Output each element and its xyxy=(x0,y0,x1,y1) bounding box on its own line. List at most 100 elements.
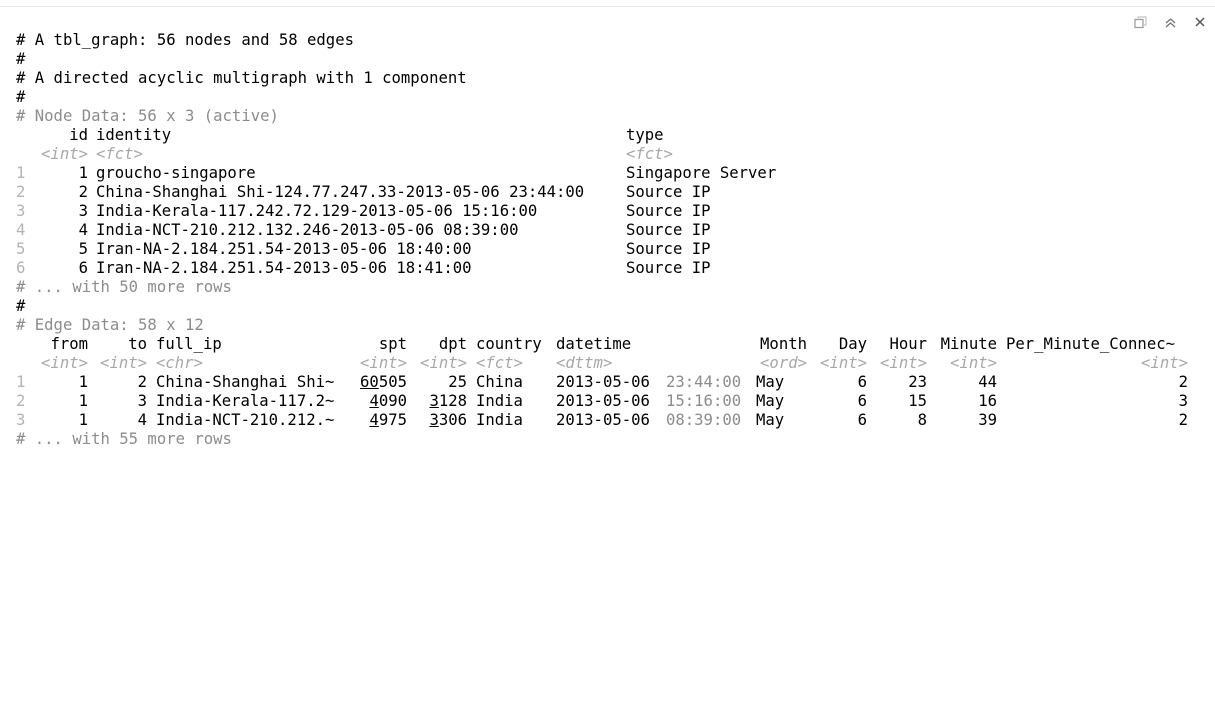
node-type: Source IP xyxy=(626,259,711,277)
node-column-header-row: id identity type xyxy=(0,126,663,145)
node-identity: Iran-NA-2.184.251.54-2013-05-06 18:40:00 xyxy=(96,240,472,258)
edge-dpt: 3128 xyxy=(416,392,467,411)
edge-type-from: <int> xyxy=(41,354,88,372)
node-id: 4 xyxy=(78,221,88,239)
spt-thousands: 4 xyxy=(369,411,379,429)
blank-comment-line: # xyxy=(0,50,38,69)
node-id: 2 xyxy=(78,183,88,201)
edge-col-minute: Minute xyxy=(940,335,997,353)
node-more-rows: # ... with 50 more rows xyxy=(16,278,232,296)
panel-top-border xyxy=(0,6,1215,7)
edge-to: 3 xyxy=(137,392,147,410)
edge-dpt: 3306 xyxy=(416,411,467,430)
node-identity: China-Shanghai Shi-124.77.247.33-2013-05… xyxy=(96,183,585,201)
edge-from: 1 xyxy=(78,373,88,391)
edge-time: 08:39:00 xyxy=(666,411,742,429)
edge-time: 15:16:00 xyxy=(666,392,742,410)
spt-remainder: 975 xyxy=(378,411,407,429)
table-row: 2 2 China-Shanghai Shi-124.77.247.33-201… xyxy=(0,183,711,202)
dpt-remainder: 25 xyxy=(448,373,467,391)
edge-per-minute-connec: 3 xyxy=(1178,392,1188,410)
comment-hash: # xyxy=(16,297,26,315)
edge-col-per-minute-connec: Per_Minute_Connec~ xyxy=(1006,335,1175,353)
node-column-type-row: <int> <fct> <fct> xyxy=(0,145,673,164)
edge-date: 2013-05-06 xyxy=(556,411,650,429)
restore-icon[interactable] xyxy=(1131,13,1149,31)
edge-column-header-row: from to full_ip spt dpt country datetime… xyxy=(0,335,1175,354)
edge-hour: 23 xyxy=(908,373,927,391)
table-row: 5 5 Iran-NA-2.184.251.54-2013-05-06 18:4… xyxy=(0,240,711,259)
edge-from: 1 xyxy=(78,392,88,410)
edge-month: May xyxy=(756,373,785,391)
edge-dpt: 25 xyxy=(416,373,467,392)
edge-type-hour: <int> xyxy=(880,354,927,372)
blank-comment-line: # xyxy=(0,88,38,107)
table-row: 6 6 Iran-NA-2.184.251.54-2013-05-06 18:4… xyxy=(0,259,711,278)
collapse-icon[interactable] xyxy=(1161,13,1179,31)
edge-type-minute: <int> xyxy=(950,354,997,372)
spt-thousands: 4 xyxy=(369,392,379,410)
edge-hour: 15 xyxy=(908,392,927,410)
edge-minute: 16 xyxy=(978,392,997,410)
table-row: 3 1 4 India-NCT-210.212.~ 4975 3306 Indi… xyxy=(0,411,1188,430)
node-col-id: id xyxy=(69,126,88,144)
comment-hash: # xyxy=(16,88,26,106)
table-row: 1 1 groucho-singapore Singapore Server xyxy=(0,164,776,183)
table-row: 1 1 2 China-Shanghai Shi~ 60505 25 China… xyxy=(0,373,1188,392)
edge-spt: 4090 xyxy=(356,392,407,411)
edge-type-month: <ord> xyxy=(760,354,807,372)
edge-type-dpt: <int> xyxy=(420,354,467,372)
node-type-id: <int> xyxy=(41,145,88,163)
node-id: 1 xyxy=(78,164,88,182)
edge-per-minute-connec: 2 xyxy=(1178,411,1188,429)
table-row: 2 1 3 India-Kerala-117.2~ 4090 3128 Indi… xyxy=(0,392,1188,411)
edge-col-month: Month xyxy=(760,335,807,353)
dpt-remainder: 306 xyxy=(438,411,467,429)
summary-header: # A tbl_graph: 56 nodes and 58 edges xyxy=(16,31,354,49)
node-id: 3 xyxy=(78,202,88,220)
edge-country: India xyxy=(476,411,523,429)
edge-full-ip: India-Kerala-117.2~ xyxy=(156,392,335,410)
graph-description-line: # A directed acyclic multigraph with 1 c… xyxy=(0,69,467,88)
edge-col-hour: Hour xyxy=(889,335,927,353)
edge-to: 2 xyxy=(137,373,147,391)
node-type: Source IP xyxy=(626,202,711,220)
edge-hour: 8 xyxy=(917,411,927,429)
edge-data-title-line: # Edge Data: 58 x 12 xyxy=(0,316,204,335)
edge-col-spt: spt xyxy=(378,335,407,353)
dpt-remainder: 128 xyxy=(438,392,467,410)
spt-remainder: 090 xyxy=(378,392,407,410)
edge-minute: 44 xyxy=(978,373,997,391)
dpt-thousands: 3 xyxy=(429,392,439,410)
spt-thousands: 60 xyxy=(360,373,379,391)
edge-full-ip: India-NCT-210.212.~ xyxy=(156,411,335,429)
edge-spt: 4975 xyxy=(356,411,407,430)
node-identity: Iran-NA-2.184.251.54-2013-05-06 18:41:00 xyxy=(96,259,472,277)
node-id: 6 xyxy=(78,259,88,277)
edge-full-ip: China-Shanghai Shi~ xyxy=(156,373,335,391)
edge-type-spt: <int> xyxy=(360,354,407,372)
dpt-thousands: 3 xyxy=(429,411,439,429)
edge-day: 6 xyxy=(857,392,867,410)
edge-day: 6 xyxy=(857,411,867,429)
edge-column-type-row: <int> <int> <chr> <int> <int> <fct> <dtt… xyxy=(0,354,1188,373)
edge-per-minute-connec: 2 xyxy=(1178,373,1188,391)
node-identity: groucho-singapore xyxy=(96,164,256,182)
edge-type-day: <int> xyxy=(820,354,867,372)
node-data-title-line: # Node Data: 56 x 3 (active) xyxy=(0,107,279,126)
edge-col-datetime: datetime xyxy=(556,335,632,353)
edge-more-rows: # ... with 55 more rows xyxy=(16,430,232,448)
node-more-rows-line: # ... with 50 more rows xyxy=(0,278,232,297)
edge-more-rows-line: # ... with 55 more rows xyxy=(0,430,232,449)
summary-header-line: # A tbl_graph: 56 nodes and 58 edges xyxy=(0,31,354,50)
comment-hash: # xyxy=(16,50,26,68)
edge-type-per-minute-connec: <int> xyxy=(1141,354,1188,372)
node-data-title: # Node Data: 56 x 3 (active) xyxy=(16,107,279,125)
edge-month: May xyxy=(756,411,785,429)
node-type: Source IP xyxy=(626,183,711,201)
edge-type-country: <fct> xyxy=(476,354,523,372)
node-col-type: type xyxy=(626,126,664,144)
close-icon[interactable] xyxy=(1191,13,1209,31)
edge-time: 23:44:00 xyxy=(666,373,742,391)
spt-remainder: 505 xyxy=(378,373,407,391)
